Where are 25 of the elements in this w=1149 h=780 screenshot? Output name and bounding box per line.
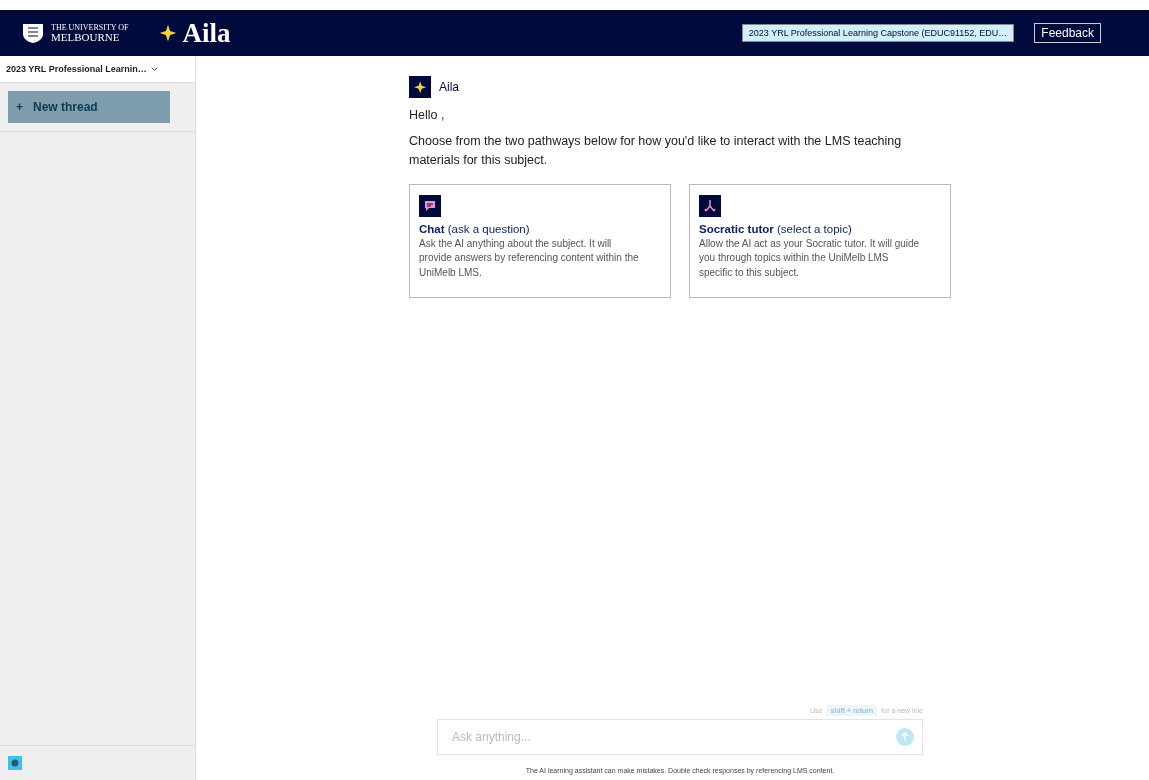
crest-icon: [20, 22, 46, 44]
message-input[interactable]: Ask anything...: [450, 729, 896, 745]
pathway-card[interactable]: Chat (ask a question) Ask the AI anything about the subject. It will provide answers by referencing content within the UniMelb LMS.: [409, 183, 671, 298]
greeting: Hello ,: [409, 108, 446, 122]
logo-text: THE UNIVERSITY OF: [51, 23, 129, 32]
arrow-up-icon: [900, 732, 910, 742]
branch-icon: [699, 194, 721, 217]
intro-text: Choose from the two pathways below for how you'd like to interact with the LMS teaching materials for this subject.: [409, 133, 903, 169]
chevron-down-icon: [149, 64, 159, 74]
assistant-avatar: [409, 76, 431, 98]
message-field[interactable]: Ask anything...: [437, 719, 923, 755]
chat-bubble-icon: [419, 194, 441, 217]
sender-name: Aila: [439, 80, 459, 94]
feedback-button[interactable]: Feedback: [1034, 23, 1101, 43]
pathway-card[interactable]: Socratic tutor (select a topic) Allow the AI act as your Socratic tutor. It will guide you through topics within the UniMelb LMS specific to this subject.: [689, 183, 951, 298]
subject-dropdown[interactable]: 2023 YRL Professional Learnin…: [0, 56, 195, 82]
card-title: Chat (ask a question): [419, 222, 530, 235]
app-name: Aila: [182, 17, 231, 49]
card-description: Allow the AI act as your Socratic tutor. It will guide you through topics within the UniMelb LMS specific to this subject.: [699, 236, 921, 280]
new-thread-button[interactable]: + New thread: [8, 91, 170, 123]
subject-selector[interactable]: 2023 YRL Professional Learning Capstone (EDUC91152, EDU…: [741, 24, 1015, 42]
card-title: Socratic tutor (select a topic): [699, 222, 852, 235]
card-description: Ask the AI anything about the subject. It will provide answers by referencing content within the UniMelb LMS.: [419, 236, 640, 280]
logo-text: MELBOURNE: [51, 31, 121, 43]
record-icon[interactable]: [8, 756, 22, 770]
